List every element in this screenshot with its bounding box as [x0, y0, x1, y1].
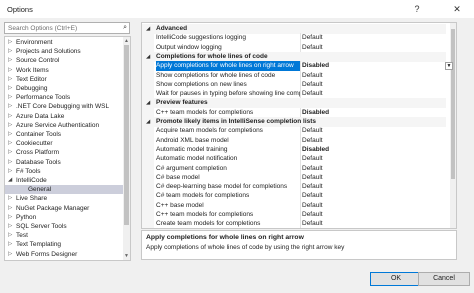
dropdown-arrow-icon[interactable]: ▼	[445, 62, 453, 71]
tree-item[interactable]: ▷ NuGet Package Manager	[5, 204, 123, 213]
tree-item[interactable]: ▷ Python	[5, 213, 123, 222]
expand-arrow-icon[interactable]: ▷	[8, 47, 12, 56]
description-panel: Apply completions for whole lines on rig…	[141, 230, 457, 260]
ok-button[interactable]: OK	[370, 272, 422, 286]
property-row[interactable]: Create team models for completions Defaul…	[142, 219, 446, 228]
cancel-button[interactable]: Cancel	[418, 272, 470, 286]
tree-item-label: Live Share	[16, 195, 48, 203]
tree-item[interactable]: ▷ Environment	[5, 38, 123, 47]
tree-item-label: .NET Core Debugging with WSL	[16, 103, 110, 111]
collapse-arrow-icon[interactable]: ◢	[8, 176, 12, 185]
tree-item-label: Text Templating	[16, 241, 62, 249]
tree-item[interactable]: ▷ Projects and Solutions	[5, 47, 123, 56]
tree-item[interactable]: ▷ F# Tools	[5, 167, 123, 176]
expand-arrow-icon[interactable]: ▷	[8, 102, 12, 111]
tree-item-label: Test	[16, 232, 28, 240]
tree-item[interactable]: ▷ .NET Core Debugging with WSL	[5, 102, 123, 111]
expand-arrow-icon[interactable]: ▷	[8, 84, 12, 93]
expand-arrow-icon[interactable]: ▷	[8, 194, 12, 203]
tree-item[interactable]: ▷ Web Forms Designer	[5, 250, 123, 259]
column-divider[interactable]	[300, 219, 301, 228]
tree-item[interactable]: ▷ Source Control	[5, 56, 123, 65]
expand-arrow-icon[interactable]: ▷	[8, 130, 12, 139]
tree-item[interactable]: ▷ Work Items	[5, 66, 123, 75]
expand-arrow-icon[interactable]: ▷	[8, 121, 12, 130]
tree-item-label: Performance Tools	[16, 94, 71, 102]
expand-arrow-icon[interactable]: ▷	[8, 213, 12, 222]
tree-item-label: F# Tools	[16, 167, 41, 175]
tree-item[interactable]: General	[5, 185, 123, 195]
property-value[interactable]: Default	[302, 219, 445, 228]
tree-item-label: Cross Platform	[16, 149, 59, 157]
tree-item-label: Azure Service Authentication	[16, 121, 100, 129]
tree-item-label: NuGet Package Manager	[16, 204, 90, 212]
expand-arrow-icon[interactable]: ▷	[8, 93, 12, 102]
expand-arrow-icon[interactable]: ▷	[8, 112, 12, 121]
tree-item-label: Azure Data Lake	[16, 112, 65, 120]
search-placeholder: Search Options (Ctrl+E)	[8, 25, 78, 32]
grid-scrollbar[interactable]	[450, 23, 456, 228]
expand-arrow-icon[interactable]: ▷	[8, 240, 12, 249]
tree-scrollbar-thumb[interactable]	[124, 45, 129, 225]
expand-arrow-icon[interactable]: ▷	[8, 75, 12, 84]
expand-arrow-icon[interactable]: ▷	[8, 66, 12, 75]
property-name: Create team models for completions	[156, 220, 261, 228]
tree-item-label: SQL Server Tools	[16, 223, 67, 230]
window-title: Options	[7, 5, 33, 14]
row-gutter	[142, 219, 154, 228]
tree-scrollbar[interactable]: ▲ ▼	[123, 37, 130, 260]
property-grid[interactable]: ◢ Advanced IntelliCode suggestions logging…	[141, 22, 457, 229]
expand-arrow-icon[interactable]: ▷	[8, 148, 12, 157]
tree-item-label: Text Editor	[16, 75, 47, 83]
tree-item[interactable]: ▷ Cookiecutter	[5, 139, 123, 148]
tree-item-label: Cookiecutter	[16, 140, 53, 148]
expand-arrow-icon[interactable]: ▷	[8, 158, 12, 167]
tree-item[interactable]: ◢ IntelliCode	[5, 176, 123, 185]
tree-item[interactable]: ▷ Cross Platform	[5, 148, 123, 157]
scroll-down-icon[interactable]: ▼	[123, 253, 130, 259]
tree-item[interactable]: ▷ Database Tools	[5, 158, 123, 167]
tree-item-label: Environment	[16, 39, 53, 46]
expand-arrow-icon[interactable]: ▷	[8, 222, 12, 231]
expand-arrow-icon[interactable]: ▷	[8, 167, 12, 176]
tree-item[interactable]: ▷ Azure Data Lake	[5, 112, 123, 121]
tree-item[interactable]: ▷ Text Editor	[5, 75, 123, 84]
expand-arrow-icon[interactable]: ▷	[8, 38, 12, 47]
expand-arrow-icon[interactable]: ▷	[8, 56, 12, 65]
tree-item-label: Web Forms Designer	[16, 250, 78, 258]
tree-item-label: Python	[16, 213, 37, 221]
help-button[interactable]: ?	[407, 0, 427, 18]
search-input[interactable]: Search Options (Ctrl+E) ⌕	[4, 22, 130, 34]
tree-item-label: Projects and Solutions	[16, 48, 81, 56]
tree-item[interactable]: ▷ Azure Service Authentication	[5, 121, 123, 130]
tree-item-label: IntelliCode	[16, 177, 47, 184]
tree-item-label: Database Tools	[16, 158, 61, 166]
tree-item-label: Debugging	[16, 85, 48, 92]
grid-scrollbar-thumb[interactable]	[451, 29, 455, 179]
tree-item[interactable]: ▷ SQL Server Tools	[5, 222, 123, 231]
expand-arrow-icon[interactable]: ▷	[8, 139, 12, 148]
tree-item[interactable]: ▷ Text Templating	[5, 240, 123, 249]
expand-arrow-icon[interactable]: ▷	[8, 231, 12, 240]
tree-item-label: Source Control	[16, 57, 60, 65]
tree-item[interactable]: ▷ Performance Tools	[5, 93, 123, 102]
tree-item-label: Work Items	[16, 66, 49, 74]
tree-item[interactable]: ▷ Test	[5, 231, 123, 240]
close-button[interactable]: ✕	[447, 0, 467, 18]
tree-item-label: General	[28, 186, 52, 194]
tree-item[interactable]: ▷ Live Share	[5, 194, 123, 203]
expand-arrow-icon[interactable]: ▷	[8, 204, 12, 213]
description-title: Apply completions for whole lines on rig…	[146, 234, 304, 241]
scroll-up-icon[interactable]: ▲	[123, 38, 130, 44]
search-icon: ⌕	[123, 24, 127, 31]
title-bar: Options ? ✕	[0, 0, 474, 18]
description-text: Apply completions of whole lines of code…	[146, 244, 345, 251]
tree-item[interactable]: ▷ Container Tools	[5, 130, 123, 139]
expand-arrow-icon[interactable]: ▷	[8, 250, 12, 259]
tree-item[interactable]: ▷ Debugging	[5, 84, 123, 93]
tree-item-label: Container Tools	[16, 131, 62, 138]
options-tree[interactable]: ▲ ▼ ▷ Environment ▷ Projects and Solutions ▷…	[4, 36, 131, 261]
